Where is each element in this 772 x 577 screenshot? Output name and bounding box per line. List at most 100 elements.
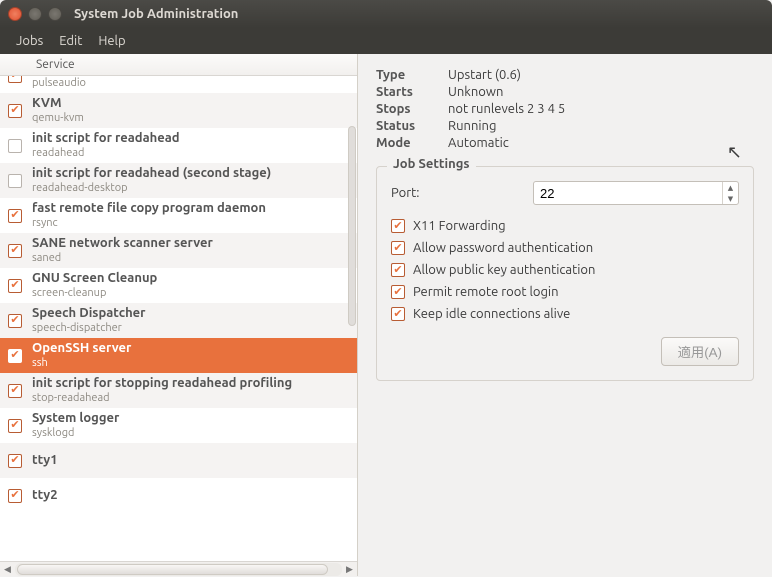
list-item-checkbox-col [0, 384, 30, 398]
list-item[interactable]: tty1 [0, 443, 357, 478]
list-item-checkbox-col [0, 489, 30, 503]
horizontal-scrollbar[interactable]: ◀ ▶ [0, 561, 357, 576]
service-checkbox[interactable] [8, 279, 22, 293]
vertical-scrollbar-thumb[interactable] [348, 126, 356, 326]
list-item-label-col: Speech Dispatcherspeech-dispatcher [30, 303, 357, 338]
detail-pane: ↖ Type Upstart (0.6) Starts Unknown Stop… [358, 54, 772, 576]
list-item[interactable]: Speech Dispatcherspeech-dispatcher [0, 303, 357, 338]
service-checkbox[interactable] [8, 314, 22, 328]
checkbox-pubkey-auth[interactable] [391, 263, 405, 277]
service-title: init script for stopping readahead profi… [32, 376, 353, 392]
service-checkbox[interactable] [8, 454, 22, 468]
setting-keep-alive[interactable]: Keep idle connections alive [391, 307, 739, 321]
list-header: Service [0, 54, 357, 76]
port-row: Port: ▲ ▼ [391, 181, 739, 205]
service-checkbox[interactable] [8, 139, 22, 153]
job-settings-group: Job Settings Port: ▲ ▼ X11 Forwarding Al… [376, 166, 754, 381]
horizontal-scrollbar-thumb[interactable] [17, 564, 328, 575]
service-subtitle: sysklogd [32, 427, 353, 440]
service-checkbox[interactable] [8, 76, 22, 83]
service-list: PulseAudiopulseaudioKVMqemu-kvminit scri… [0, 76, 357, 561]
checkbox-password-auth[interactable] [391, 241, 405, 255]
titlebar: System Job Administration [0, 0, 772, 28]
header-service-col[interactable]: Service [30, 54, 357, 75]
menu-jobs[interactable]: Jobs [10, 32, 49, 50]
port-spinner[interactable]: ▲ ▼ [533, 181, 739, 205]
info-mode-label: Mode [376, 136, 436, 150]
list-item[interactable]: fast remote file copy program daemonrsyn… [0, 198, 357, 233]
list-item[interactable]: KVMqemu-kvm [0, 93, 357, 128]
service-checkbox[interactable] [8, 489, 22, 503]
service-title: KVM [32, 96, 353, 112]
list-item[interactable]: GNU Screen Cleanupscreen-cleanup [0, 268, 357, 303]
checkbox-root-login[interactable] [391, 285, 405, 299]
list-item-label-col: PulseAudiopulseaudio [30, 76, 357, 93]
list-item[interactable]: PulseAudiopulseaudio [0, 76, 357, 93]
setting-x11[interactable]: X11 Forwarding [391, 219, 739, 233]
scroll-left-icon[interactable]: ◀ [0, 562, 15, 577]
service-subtitle: ssh [32, 357, 353, 370]
horizontal-scrollbar-track[interactable] [15, 563, 342, 576]
maximize-icon[interactable] [48, 7, 62, 21]
spin-down-icon[interactable]: ▼ [723, 193, 738, 204]
minimize-icon[interactable] [28, 7, 42, 21]
port-label: Port: [391, 186, 521, 200]
service-checkbox[interactable] [8, 244, 22, 258]
list-item-label-col: SANE network scanner serversaned [30, 233, 357, 268]
list-item[interactable]: tty2 [0, 478, 357, 513]
close-icon[interactable] [8, 7, 22, 21]
window-controls [8, 7, 62, 21]
list-item-label-col: GNU Screen Cleanupscreen-cleanup [30, 268, 357, 303]
menu-help[interactable]: Help [92, 32, 131, 50]
list-item-checkbox-col [0, 104, 30, 118]
service-checkbox[interactable] [8, 104, 22, 118]
job-info: Type Upstart (0.6) Starts Unknown Stops … [376, 68, 754, 150]
service-subtitle: readahead-desktop [32, 182, 353, 195]
list-item[interactable]: OpenSSH serverssh [0, 338, 357, 373]
vertical-scrollbar[interactable] [347, 76, 357, 561]
list-item-checkbox-col [0, 279, 30, 293]
info-type-value: Upstart (0.6) [448, 68, 754, 82]
list-item-checkbox-col [0, 76, 30, 83]
list-item[interactable]: SANE network scanner serversaned [0, 233, 357, 268]
service-subtitle: speech-dispatcher [32, 322, 353, 335]
list-item-checkbox-col [0, 174, 30, 188]
setting-root-login[interactable]: Permit remote root login [391, 285, 739, 299]
service-checkbox[interactable] [8, 174, 22, 188]
list-item-label-col: init script for readahead (second stage)… [30, 163, 357, 198]
checkbox-keep-alive[interactable] [391, 307, 405, 321]
checkbox-x11[interactable] [391, 219, 405, 233]
service-list-pane: Service PulseAudiopulseaudioKVMqemu-kvmi… [0, 54, 358, 576]
list-item-checkbox-col [0, 349, 30, 363]
list-item[interactable]: System loggersysklogd [0, 408, 357, 443]
info-type-label: Type [376, 68, 436, 82]
setting-password-auth[interactable]: Allow password authentication [391, 241, 739, 255]
list-item-label-col: tty1 [30, 450, 357, 472]
port-input[interactable] [534, 182, 722, 204]
service-title: GNU Screen Cleanup [32, 271, 353, 287]
setting-pubkey-auth[interactable]: Allow public key authentication [391, 263, 739, 277]
service-title: fast remote file copy program daemon [32, 201, 353, 217]
apply-button[interactable]: 適用(A) [661, 337, 739, 366]
list-item-checkbox-col [0, 209, 30, 223]
list-item[interactable]: init script for stopping readahead profi… [0, 373, 357, 408]
service-checkbox[interactable] [8, 384, 22, 398]
list-item-label-col: init script for stopping readahead profi… [30, 373, 357, 408]
scroll-right-icon[interactable]: ▶ [342, 562, 357, 577]
service-subtitle: pulseaudio [32, 77, 353, 90]
label-password-auth: Allow password authentication [413, 241, 593, 255]
service-title: init script for readahead (second stage) [32, 166, 353, 182]
menu-edit[interactable]: Edit [53, 32, 88, 50]
list-item-label-col: OpenSSH serverssh [30, 338, 357, 373]
service-title: Speech Dispatcher [32, 306, 353, 322]
info-stops-value: not runlevels 2 3 4 5 [448, 102, 754, 116]
service-checkbox[interactable] [8, 209, 22, 223]
spin-up-icon[interactable]: ▲ [723, 182, 738, 193]
list-item[interactable]: init script for readaheadreadahead [0, 128, 357, 163]
list-item[interactable]: init script for readahead (second stage)… [0, 163, 357, 198]
service-checkbox[interactable] [8, 349, 22, 363]
info-stops-label: Stops [376, 102, 436, 116]
list-item-checkbox-col [0, 139, 30, 153]
service-subtitle: qemu-kvm [32, 112, 353, 125]
service-checkbox[interactable] [8, 419, 22, 433]
